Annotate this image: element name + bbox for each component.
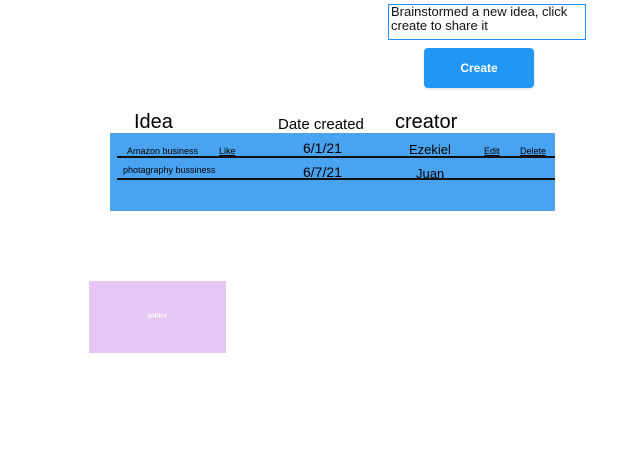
delete-link[interactable]: Delete xyxy=(520,146,546,156)
giphy-image: GIPHY xyxy=(89,281,226,353)
edit-link[interactable]: Edit xyxy=(484,146,500,156)
giphy-logo-text: GIPHY xyxy=(147,314,168,320)
idea-name: photagraphy bussiness xyxy=(123,165,216,175)
ideas-table: Amazon business Like 6/1/21 Ezekiel Edit… xyxy=(110,133,555,211)
date-created: 6/1/21 xyxy=(303,140,342,156)
idea-name: Amazon business xyxy=(127,146,199,156)
create-button[interactable]: Create xyxy=(424,48,534,88)
header-creator: creator xyxy=(395,111,458,133)
like-link[interactable]: Like xyxy=(219,146,236,156)
header-date-created: Date created xyxy=(278,116,364,133)
create-prompt-text: Brainstormed a new idea, click create to… xyxy=(388,4,586,40)
row-divider xyxy=(117,178,555,180)
creator-name: Ezekiel xyxy=(409,142,451,157)
row-divider xyxy=(117,156,555,158)
header-idea: Idea xyxy=(134,111,173,133)
